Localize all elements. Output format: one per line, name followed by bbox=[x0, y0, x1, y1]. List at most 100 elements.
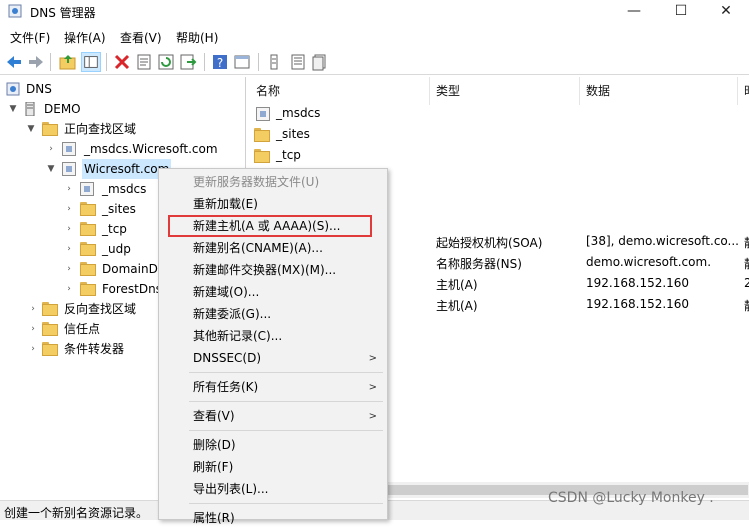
maximize-button[interactable]: ☐ bbox=[658, 0, 704, 24]
menu-bar: 文件(F) 操作(A) 查看(V) 帮助(H) bbox=[0, 26, 749, 46]
column-divider[interactable] bbox=[737, 77, 738, 105]
record-type: 主机(A) bbox=[436, 299, 478, 313]
zone-icon bbox=[256, 107, 270, 121]
record-name: _sites bbox=[276, 127, 310, 141]
chevron-right-icon[interactable]: › bbox=[64, 219, 74, 239]
menu-help[interactable]: 帮助(H) bbox=[176, 29, 218, 46]
back-icon[interactable] bbox=[4, 52, 24, 72]
list-item[interactable]: _sites bbox=[248, 127, 749, 147]
menu-item-label: DNSSEC(D) bbox=[193, 351, 262, 365]
toolbar-separator bbox=[258, 53, 259, 71]
console-icon[interactable] bbox=[232, 52, 252, 72]
chevron-right-icon: > bbox=[368, 382, 377, 393]
column-header-timestamp[interactable]: 时 bbox=[744, 82, 749, 102]
up-folder-icon[interactable] bbox=[58, 52, 78, 72]
chevron-right-icon[interactable]: › bbox=[64, 279, 74, 299]
record-data: 192.168.152.160 bbox=[586, 276, 690, 290]
record-timestamp: 静 bbox=[744, 297, 749, 314]
tree-label: 正向查找区域 bbox=[64, 122, 137, 136]
menu-item-new-domain[interactable]: 新建域(O)... bbox=[159, 282, 387, 303]
column-divider[interactable] bbox=[579, 77, 580, 105]
tree-item-dns[interactable]: DNS bbox=[6, 79, 236, 99]
forward-icon[interactable] bbox=[26, 52, 46, 72]
menu-item-export-list[interactable]: 导出列表(L)... bbox=[159, 479, 387, 500]
chevron-right-icon[interactable]: › bbox=[64, 199, 74, 219]
toolbar-separator bbox=[106, 53, 107, 71]
column-header-data[interactable]: 数据 bbox=[586, 82, 610, 102]
menu-item-view[interactable]: 查看(V) > bbox=[159, 406, 387, 427]
record-type: 起始授权机构(SOA) bbox=[436, 236, 543, 250]
record-data: demo.wicresoft.com. bbox=[586, 255, 712, 269]
menu-separator bbox=[189, 503, 383, 504]
chevron-right-icon: > bbox=[368, 353, 377, 364]
list-icon[interactable] bbox=[264, 52, 284, 72]
help-icon[interactable]: ? bbox=[210, 52, 230, 72]
record-type: 名称服务器(NS) bbox=[436, 257, 522, 271]
filter-icon[interactable] bbox=[310, 52, 330, 72]
tree-item-server[interactable]: ▼ DEMO bbox=[6, 99, 236, 119]
menu-item-all-tasks[interactable]: 所有任务(K) > bbox=[159, 377, 387, 398]
window-title: DNS 管理器 bbox=[30, 6, 96, 20]
chevron-right-icon[interactable]: › bbox=[64, 179, 74, 199]
chevron-right-icon[interactable]: › bbox=[28, 319, 38, 339]
refresh-icon[interactable] bbox=[156, 52, 176, 72]
zone-icon bbox=[62, 162, 76, 176]
column-divider[interactable] bbox=[429, 77, 430, 105]
chevron-down-icon[interactable]: ▼ bbox=[46, 159, 56, 179]
tree-label: _udp bbox=[102, 242, 131, 256]
show-tree-icon[interactable] bbox=[81, 52, 101, 72]
chevron-right-icon[interactable]: › bbox=[28, 339, 38, 359]
close-button[interactable]: ✕ bbox=[703, 0, 749, 24]
tree-label: _msdcs.Wicresoft.com bbox=[84, 142, 218, 156]
menu-item-other-new-records[interactable]: 其他新记录(C)... bbox=[159, 326, 387, 347]
chevron-right-icon[interactable]: › bbox=[46, 139, 56, 159]
menu-item-new-delegation[interactable]: 新建委派(G)... bbox=[159, 304, 387, 325]
tree-label: _sites bbox=[102, 202, 136, 216]
menu-item-properties[interactable]: 属性(R) bbox=[159, 508, 387, 529]
menu-item-refresh[interactable]: 刷新(F) bbox=[159, 457, 387, 478]
delete-icon[interactable] bbox=[112, 52, 132, 72]
column-header-name[interactable]: 名称 bbox=[256, 82, 280, 102]
export-icon[interactable] bbox=[178, 52, 198, 72]
minimize-button[interactable]: — bbox=[611, 0, 657, 24]
chevron-down-icon[interactable]: ▼ bbox=[8, 99, 18, 119]
properties-icon[interactable] bbox=[134, 52, 154, 72]
record-data: [38], demo.wicresoft.co... bbox=[586, 234, 739, 248]
tree-label: _tcp bbox=[102, 222, 127, 236]
menu-action[interactable]: 操作(A) bbox=[64, 29, 106, 46]
chevron-right-icon[interactable]: › bbox=[64, 259, 74, 279]
tree-label: 反向查找区域 bbox=[64, 302, 137, 316]
chevron-right-icon[interactable]: › bbox=[28, 299, 38, 319]
menu-item-delete[interactable]: 删除(D) bbox=[159, 435, 387, 456]
menu-item-update-server-data-file[interactable]: 更新服务器数据文件(U) bbox=[159, 172, 387, 193]
menu-item-dnssec[interactable]: DNSSEC(D) > bbox=[159, 348, 387, 369]
list-item[interactable]: _msdcs bbox=[248, 106, 749, 126]
column-header-type[interactable]: 类型 bbox=[436, 82, 460, 102]
status-text: 创建一个新别名资源记录。 bbox=[4, 506, 149, 520]
tree-label: DEMO bbox=[44, 102, 81, 116]
tree-item-msdcs-zone[interactable]: › _msdcs.Wicresoft.com bbox=[6, 139, 236, 159]
list-item[interactable]: _tcp bbox=[248, 148, 749, 168]
record-data: 192.168.152.160 bbox=[586, 297, 690, 311]
menu-separator bbox=[189, 430, 383, 431]
menu-item-new-alias[interactable]: 新建别名(CNAME)(A)... bbox=[159, 238, 387, 259]
menu-file[interactable]: 文件(F) bbox=[10, 29, 50, 46]
chevron-right-icon[interactable]: › bbox=[64, 239, 74, 259]
menu-item-reload[interactable]: 重新加载(E) bbox=[159, 194, 387, 215]
context-menu: 更新服务器数据文件(U) 重新加载(E) 新建主机(A 或 AAAA)(S)..… bbox=[158, 168, 388, 525]
toolbar: ? bbox=[0, 49, 749, 75]
zone-icon bbox=[80, 182, 94, 196]
watermark-text: CSDN @Lucky Monkey . bbox=[548, 490, 714, 506]
menu-view[interactable]: 查看(V) bbox=[120, 29, 162, 46]
zone-icon bbox=[62, 142, 76, 156]
tree-item-forward-zones[interactable]: ▼ 正向查找区域 bbox=[6, 119, 236, 139]
chevron-right-icon: > bbox=[368, 411, 377, 422]
dns-icon bbox=[6, 82, 20, 96]
detail-icon[interactable] bbox=[288, 52, 308, 72]
menu-item-label: 所有任务(K) bbox=[193, 380, 259, 394]
record-name: _tcp bbox=[276, 148, 301, 162]
tree-label: 条件转发器 bbox=[64, 342, 125, 356]
menu-item-new-mail-exchanger[interactable]: 新建邮件交换器(MX)(M)... bbox=[159, 260, 387, 281]
tree-label: _msdcs bbox=[102, 182, 147, 196]
chevron-down-icon[interactable]: ▼ bbox=[26, 119, 36, 139]
